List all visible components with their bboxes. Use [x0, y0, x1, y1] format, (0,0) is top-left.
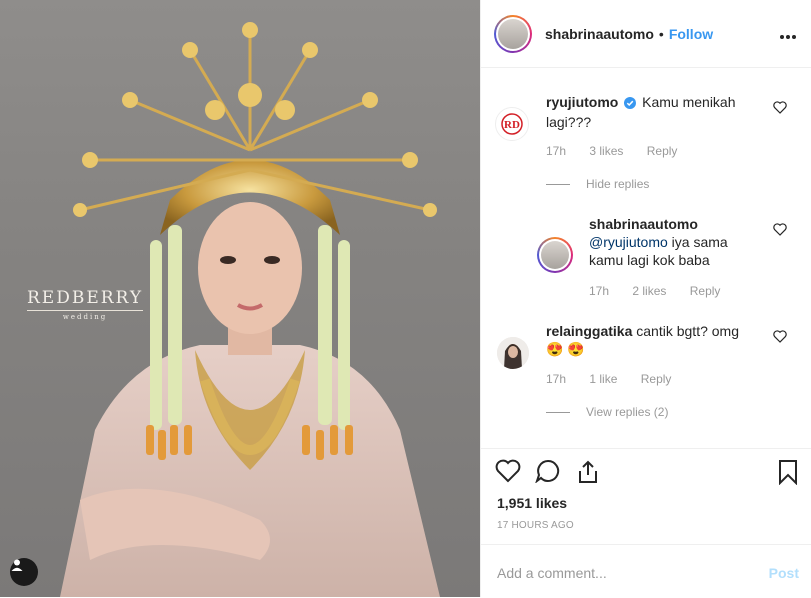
add-comment-bar: Add a comment... Post — [481, 544, 811, 598]
like-comment-heart-icon[interactable] — [773, 101, 787, 117]
post-sidebar: shabrinaautomo • Follow RD ryujiutomo Ka… — [480, 0, 811, 597]
watermark-logo: REDBERRY wedding — [27, 288, 144, 321]
person-icon[interactable] — [10, 558, 38, 586]
author-avatar[interactable] — [494, 14, 532, 53]
watermark-title: REDBERRY — [27, 288, 144, 308]
watermark-subtitle: wedding — [27, 310, 144, 321]
comment-likes[interactable]: 3 likes — [589, 144, 623, 158]
reply-meta: 17h 2 likes Reply — [589, 284, 740, 298]
comment-username[interactable]: ryujiutomo — [546, 94, 618, 110]
author-username[interactable]: shabrinaautomo — [545, 26, 654, 42]
reply-reply-button[interactable]: Reply — [690, 284, 721, 298]
post-comment-button[interactable]: Post — [769, 565, 799, 581]
comment-likes[interactable]: 1 like — [589, 372, 617, 386]
share-icon[interactable] — [575, 459, 601, 488]
verified-badge-icon — [624, 95, 637, 113]
like-heart-icon[interactable] — [495, 459, 521, 486]
view-replies-toggle[interactable]: View replies (2) — [546, 405, 668, 419]
comment-username[interactable]: relainggatika — [546, 323, 632, 339]
toggle-label: Hide replies — [586, 177, 650, 191]
commenter-avatar[interactable] — [497, 337, 529, 369]
hide-replies-toggle[interactable]: Hide replies — [546, 177, 649, 191]
more-options-icon[interactable] — [779, 24, 797, 45]
like-count[interactable]: 1,951 likes — [497, 495, 567, 511]
like-reply-heart-icon[interactable] — [773, 223, 787, 239]
mention-link[interactable]: @ryujiutomo — [589, 234, 668, 250]
reply-avatar[interactable] — [537, 237, 573, 273]
post-header: shabrinaautomo • Follow — [481, 0, 811, 68]
reply-button[interactable]: Reply — [641, 372, 672, 386]
comment-body: ryujiutomo Kamu menikah lagi??? — [546, 93, 746, 131]
toggle-label: View replies (2) — [586, 405, 669, 419]
comment-time: 17h — [546, 144, 567, 158]
comment-bubble-icon[interactable] — [535, 459, 561, 486]
comment-body: relainggatika cantik bgtt? omg😍 😍 — [546, 322, 756, 358]
post-photo[interactable]: REDBERRY wedding — [0, 0, 480, 597]
reply-button[interactable]: Reply — [647, 144, 678, 158]
commenter-avatar[interactable]: RD — [495, 107, 529, 141]
svg-text:RD: RD — [504, 119, 520, 131]
reply-time: 17h — [589, 284, 610, 298]
header-separator: • — [658, 25, 664, 42]
post-timestamp: 17 HOURS AGO — [497, 520, 574, 531]
post-actions: 1,951 likes 17 HOURS AGO Add a comment..… — [481, 448, 811, 598]
reply-username[interactable]: shabrinaautomo — [589, 216, 698, 232]
follow-button[interactable]: Follow — [669, 26, 713, 42]
save-bookmark-icon[interactable] — [778, 459, 798, 488]
like-comment-heart-icon[interactable] — [773, 330, 787, 346]
comment-meta: 17h 1 like Reply — [546, 372, 691, 386]
comment-time: 17h — [546, 372, 567, 386]
reply-likes[interactable]: 2 likes — [632, 284, 666, 298]
reply-body: shabrinaautomo @ryujiutomo iya sama kamu… — [589, 215, 749, 269]
comment-meta: 17h 3 likes Reply — [546, 144, 697, 158]
add-comment-input[interactable]: Add a comment... — [497, 565, 607, 581]
